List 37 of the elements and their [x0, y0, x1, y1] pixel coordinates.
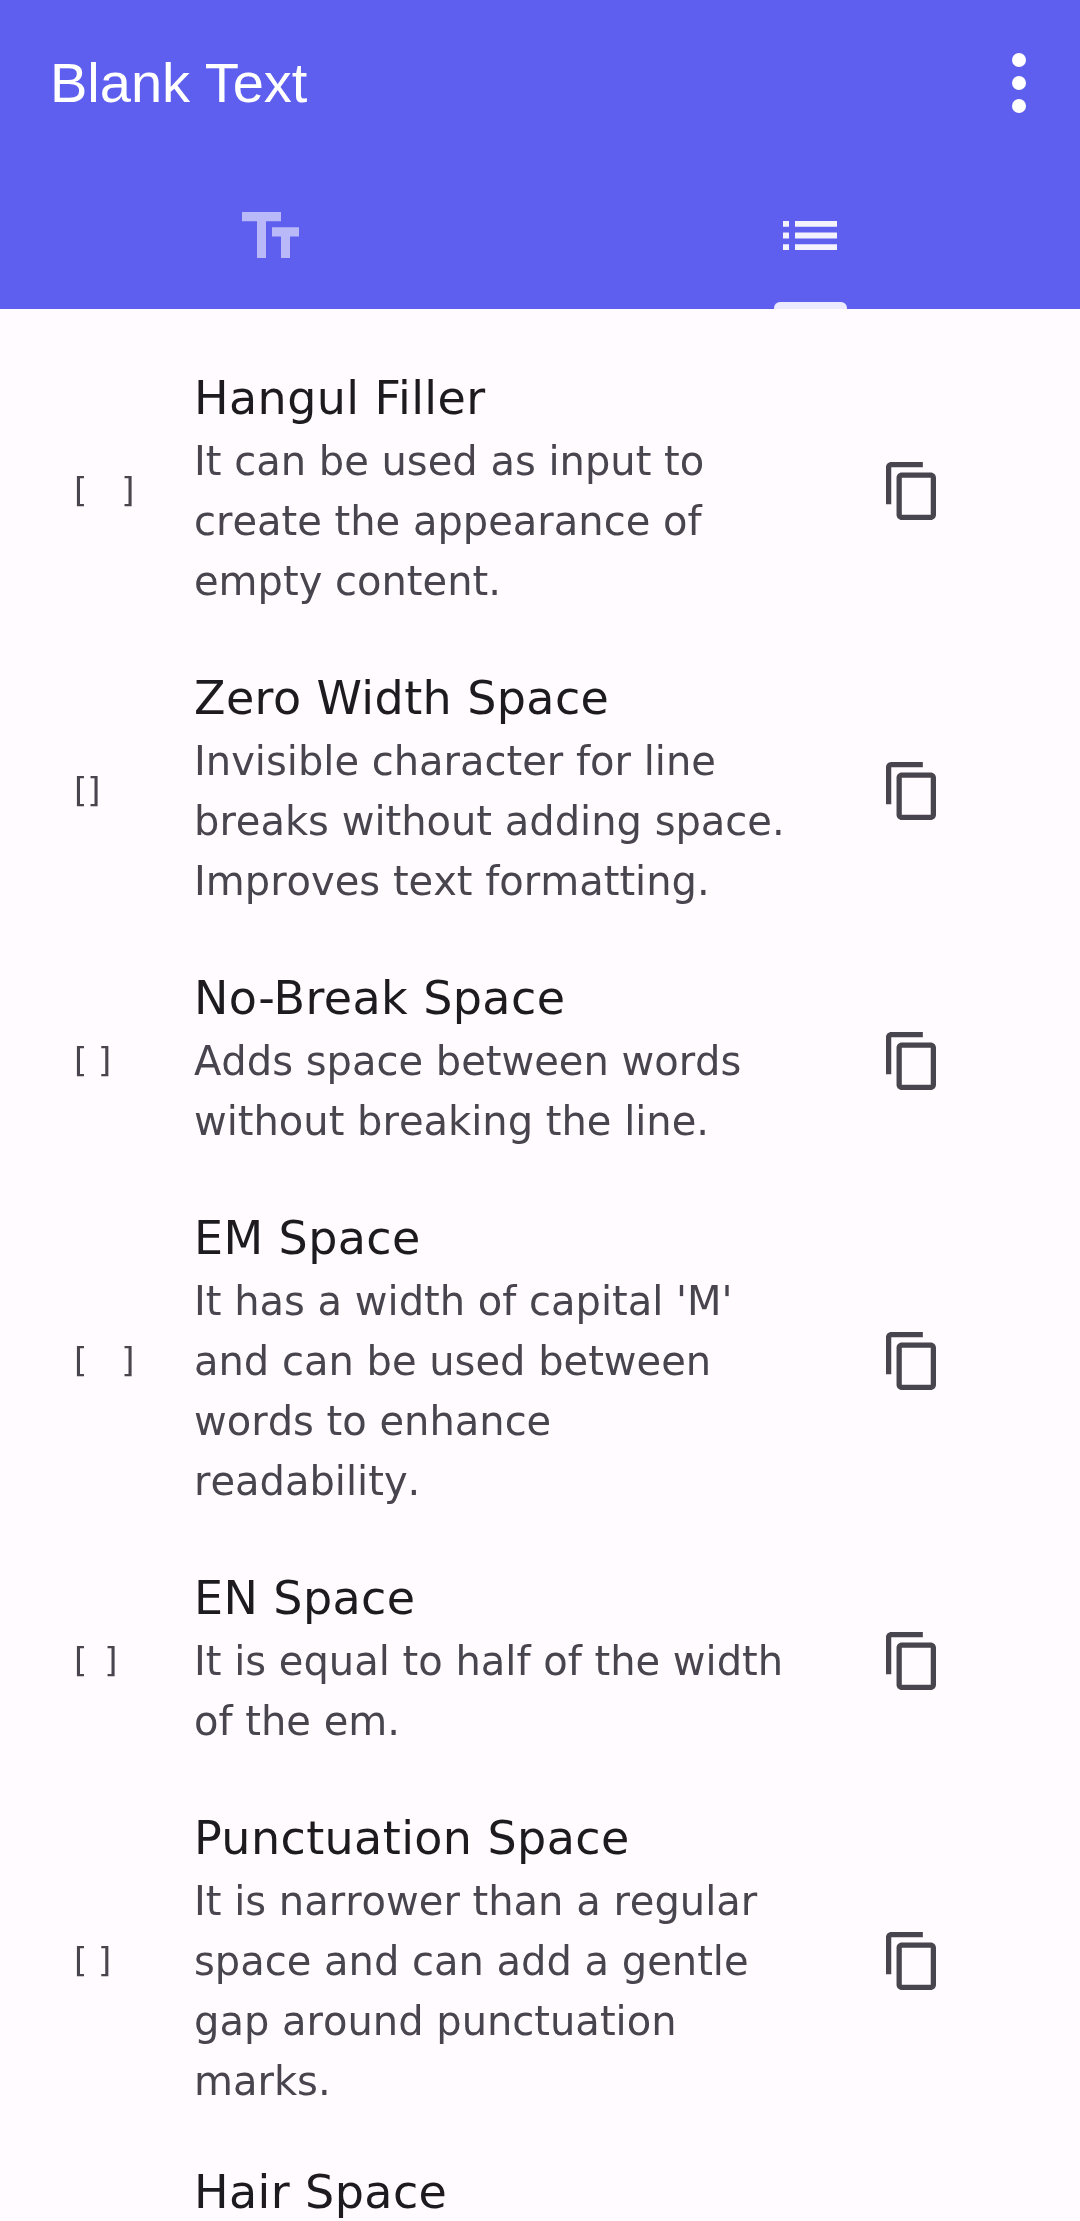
- item-title: Hangul Filler: [194, 370, 487, 426]
- copy-icon: [886, 1931, 936, 1990]
- list-icon: [783, 220, 837, 250]
- copy-button[interactable]: [886, 1931, 936, 1990]
- item-title: Zero Width Space: [194, 670, 611, 726]
- vertical-dots-icon: [1012, 53, 1026, 113]
- character-preview: [ ]: [74, 1640, 118, 1681]
- app-title: Blank Text: [50, 50, 308, 117]
- item-description: Adds space between words without breaking the line.: [194, 1037, 743, 1146]
- copy-button[interactable]: [886, 461, 936, 520]
- copy-button[interactable]: [886, 1331, 936, 1390]
- copy-icon: [886, 1331, 936, 1390]
- copy-button[interactable]: [886, 761, 936, 820]
- copy-icon: [886, 761, 936, 820]
- item-description: Invisible character for line breaks without adding space. Improves text formatting.: [194, 737, 786, 906]
- copy-icon: [886, 1631, 936, 1690]
- copy-button[interactable]: [886, 1631, 936, 1690]
- character-preview: [ ]: [74, 470, 135, 511]
- text-size-icon: [241, 212, 299, 258]
- copy-icon: [886, 461, 936, 520]
- item-title: EN Space: [194, 1570, 417, 1626]
- character-preview: []: [74, 770, 101, 811]
- item-description: It is equal to half of the width of the em.: [194, 1637, 785, 1746]
- item-title: No-Break Space: [194, 970, 567, 1026]
- copy-button[interactable]: [886, 1031, 936, 1090]
- more-options-button[interactable]: [1012, 53, 1026, 113]
- character-preview: [ ]: [74, 1340, 135, 1381]
- item-description: It is narrower than a regular space and can add a gentle gap around punctuation marks.: [194, 1877, 759, 2106]
- copy-icon: [886, 1031, 936, 1090]
- character-preview: [ ]: [74, 1940, 112, 1981]
- character-preview: [ ]: [74, 1040, 112, 1081]
- item-title: Hair Space: [194, 2164, 449, 2220]
- item-title: Punctuation Space: [194, 1810, 631, 1866]
- item-title: EM Space: [194, 1210, 422, 1266]
- item-description: It can be used as input to create the appearance of empty content.: [194, 437, 706, 606]
- tab[interactable]: [241, 212, 299, 258]
- item-description: It has a width of capital 'M' and can be used between words to enhance readability.: [194, 1277, 734, 1506]
